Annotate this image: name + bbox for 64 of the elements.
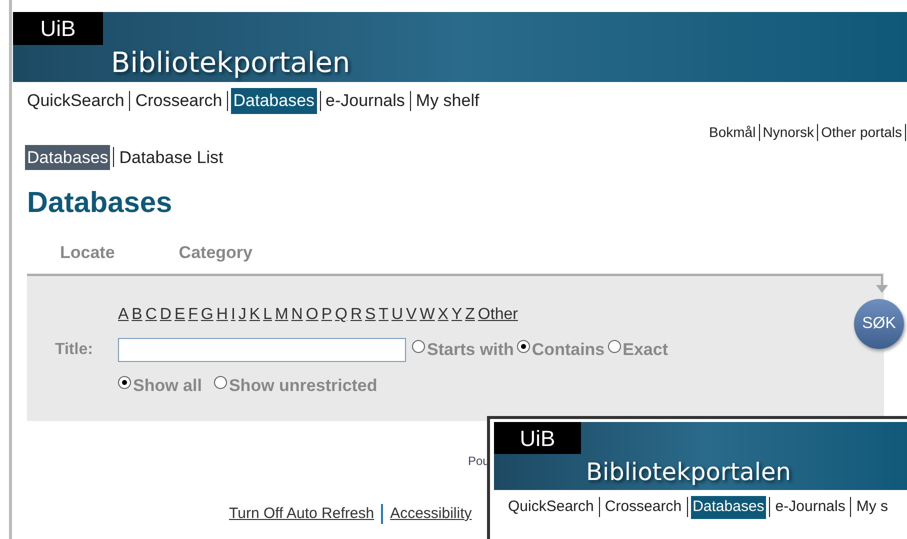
letter-link[interactable]: H: [216, 303, 228, 327]
logo: UiB: [13, 12, 103, 45]
letter-link[interactable]: Z: [465, 303, 475, 327]
page-heading: Databases: [27, 186, 174, 221]
language-link[interactable]: Nynorsk: [762, 122, 814, 142]
letter-link[interactable]: Q: [334, 303, 348, 327]
letter-link[interactable]: X: [438, 303, 448, 327]
language-link[interactable]: Bokmål: [709, 122, 756, 142]
nav-link[interactable]: Crossearch: [602, 496, 684, 518]
footer-link[interactable]: Accessibility: [390, 503, 472, 526]
nav-link[interactable]: QuickSearch: [506, 496, 596, 518]
letter-link[interactable]: R: [350, 303, 362, 327]
nav-link[interactable]: Crossearch: [133, 88, 224, 114]
tab[interactable]: Category: [178, 240, 252, 265]
nav-link[interactable]: My s: [854, 496, 890, 518]
radio-label: Starts with: [427, 339, 514, 361]
letter-link[interactable]: K: [249, 303, 260, 327]
subnav-link[interactable]: Database List: [117, 144, 226, 170]
letter-link[interactable]: G: [200, 303, 214, 327]
letter-link[interactable]: E: [174, 303, 186, 327]
letter-link[interactable]: Y: [451, 303, 462, 327]
letter-link[interactable]: C: [145, 303, 157, 327]
radio-button[interactable]: [118, 376, 131, 389]
letter-link[interactable]: P: [321, 303, 332, 327]
title-label: Title:: [55, 340, 94, 360]
letter-link[interactable]: U: [391, 303, 404, 327]
nav-link[interactable]: Databases: [690, 496, 766, 518]
radio-label: Exact: [622, 339, 668, 361]
letter-link[interactable]: B: [132, 303, 142, 327]
radio-button[interactable]: [412, 340, 425, 354]
letter-link[interactable]: T: [378, 303, 388, 327]
letter-link[interactable]: D: [160, 303, 172, 327]
nav-link[interactable]: QuickSearch: [25, 88, 126, 114]
letter-link[interactable]: N: [291, 303, 303, 327]
nav-link[interactable]: Databases: [231, 88, 317, 114]
letter-link[interactable]: F: [188, 303, 198, 327]
letter-link[interactable]: Other: [478, 303, 518, 327]
letter-link[interactable]: A: [118, 303, 129, 327]
search-button[interactable]: SØK: [854, 299, 904, 349]
tab[interactable]: Locate: [60, 240, 115, 265]
portal-title: Bibliotekportalen: [111, 49, 350, 77]
letter-link[interactable]: S: [365, 303, 376, 327]
nav-link[interactable]: e-Journals: [773, 496, 848, 518]
radio-button[interactable]: [214, 376, 227, 389]
letter-link[interactable]: J: [238, 303, 246, 327]
letter-link[interactable]: V: [406, 303, 417, 327]
radio-label: Contains: [532, 339, 605, 361]
subnav-link[interactable]: Databases: [25, 144, 110, 170]
radio-label: Show all: [133, 374, 202, 396]
footer-link[interactable]: Turn Off Auto Refresh: [229, 503, 374, 526]
radio-button[interactable]: [516, 340, 530, 354]
language-link[interactable]: Other portals: [821, 122, 902, 142]
letter-link[interactable]: I: [230, 303, 236, 327]
title-input[interactable]: [118, 338, 406, 362]
nav-link[interactable]: My shelf: [414, 88, 482, 114]
letter-link[interactable]: M: [274, 303, 288, 327]
radio-label: Show unrestricted: [228, 374, 378, 396]
letter-link[interactable]: O: [306, 303, 318, 327]
radio-button[interactable]: [608, 340, 621, 354]
logo: UiB: [494, 422, 581, 454]
nav-link[interactable]: e-Journals: [324, 88, 407, 114]
letter-link[interactable]: W: [420, 303, 435, 327]
portal-title: Bibliotekportalen: [586, 460, 792, 484]
letter-link[interactable]: L: [263, 303, 272, 327]
